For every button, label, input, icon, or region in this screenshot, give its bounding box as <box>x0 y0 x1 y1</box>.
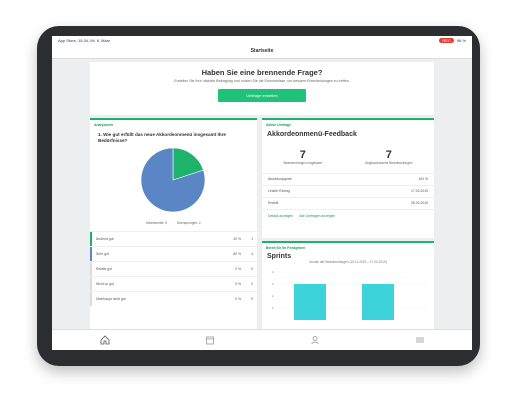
answer-count: 0 <box>251 282 253 286</box>
answer-count: 1 <box>251 237 253 241</box>
all-surveys-link[interactable]: Alle Umfragen anzeigen <box>299 214 335 218</box>
answer-label: Sehr gut <box>96 252 109 256</box>
legend-skipped: Übersprungen: 2 <box>176 221 201 225</box>
survey-links: Details anzeigen Alle Umfragen anzeigen <box>262 210 434 222</box>
stat-total-caption: Beantwortungen insgesamt <box>283 161 323 165</box>
answer-count: 0 <box>251 267 253 271</box>
status-bar: App Store, 15:34, Mi. 6. März REC 96 % <box>52 36 472 45</box>
pie-legend: Beantwortet: 5 Übersprungen: 2 <box>90 221 257 225</box>
stat-completed: 7 Abgeschlossene Beantwortungen <box>365 149 413 165</box>
y-tick-label: 2 <box>272 294 274 298</box>
sprints-label: Bereit für Ihr Feedgeben <box>266 246 306 250</box>
menu-icon[interactable] <box>415 335 425 345</box>
answer-table: Äußerst gut 20 % 1 Sehr gut 80 % 4 Relativ gut… <box>90 231 257 306</box>
tab-bar <box>52 329 472 350</box>
y-tick-label: 1 <box>272 306 274 310</box>
answer-label: Nicht so gut <box>96 282 114 286</box>
answer-row: Sehr gut 80 % 4 <box>90 246 257 261</box>
hero-subtitle: Erstellen Sie Ihre nächste Befragung und… <box>174 79 350 83</box>
stat-completed-caption: Abgeschlossene Beantwortungen <box>365 161 413 165</box>
status-left: App Store, 15:34, Mi. 6. März <box>58 38 111 43</box>
answer-percent: 80 % <box>233 252 241 256</box>
answer-row: Äußerst gut 20 % 1 <box>90 231 257 246</box>
answer-label: Relativ gut <box>96 267 113 271</box>
answer-percent: 0 % <box>235 282 241 286</box>
answer-row: Relativ gut 0 % 0 <box>90 261 257 276</box>
answer-row: Überhaupt nicht gut 0 % 0 <box>90 291 257 306</box>
question-text: 1. Wie gut erfüllt das neue Akkordeonmen… <box>98 132 226 143</box>
analytics-card: Analysieren 1. Wie gut erfüllt das neue … <box>90 118 257 332</box>
answer-label: Äußerst gut <box>96 237 114 241</box>
sprint-bar <box>294 284 326 320</box>
active-survey-card: Aktive Umfrage Akkordeonmenü-Feedback 7 … <box>262 118 434 238</box>
info-row: Letzter Eintrag 17.03.2019 <box>262 186 434 198</box>
answer-count: 0 <box>251 297 253 301</box>
hero-card: Haben Sie eine brennende Frage? Erstelle… <box>90 62 434 115</box>
sprints-bar-chart: 4 3 2 1 <box>272 270 427 320</box>
answer-percent: 0 % <box>235 297 241 301</box>
survey-title: Akkordeonmenü-Feedback <box>267 131 357 138</box>
stat-total-number: 7 <box>299 149 306 161</box>
page-title: Startseite <box>250 48 274 54</box>
info-row: Erstellt 28.03.2019 <box>262 198 434 210</box>
home-icon[interactable] <box>100 335 110 345</box>
app-screen: App Store, 15:34, Mi. 6. März REC 96 % S… <box>52 36 472 350</box>
hero-title: Haben Sie eine brennende Frage? <box>201 68 323 77</box>
rec-badge: REC <box>439 38 454 43</box>
answer-row: Nicht so gut 0 % 0 <box>90 276 257 291</box>
y-tick-label: 4 <box>272 270 274 274</box>
battery-text: 96 % <box>456 38 466 43</box>
sprint-bar <box>362 284 394 320</box>
calendar-icon[interactable] <box>205 335 215 345</box>
user-icon[interactable] <box>310 335 320 345</box>
pie-chart <box>140 147 206 213</box>
answer-label: Überhaupt nicht gut <box>96 297 126 301</box>
main-content: Haben Sie eine brennende Frage? Erstelle… <box>90 62 434 333</box>
analytics-label: Analysieren <box>94 123 114 127</box>
nav-bar: Startseite <box>52 45 472 59</box>
details-link[interactable]: Details anzeigen <box>268 214 293 218</box>
create-survey-button[interactable]: Umfrage erstellen <box>218 89 306 102</box>
legend-answered: Beantwortet: 5 <box>146 221 167 225</box>
sprints-title: Sprints <box>267 253 292 260</box>
stat-total: 7 Beantwortungen insgesamt <box>283 149 322 165</box>
answer-percent: 20 % <box>233 237 241 241</box>
active-label: Aktive Umfrage <box>266 123 291 127</box>
answer-count: 4 <box>251 252 253 256</box>
answer-percent: 0 % <box>235 267 241 271</box>
stat-completed-number: 7 <box>385 149 392 161</box>
info-row: Abschlussquote 100 % <box>262 174 434 186</box>
y-tick-label: 3 <box>272 282 274 286</box>
sprints-card: Bereit für Ihr Feedgeben Sprints Anzahl … <box>262 241 434 333</box>
survey-stats: 7 Beantwortungen insgesamt 7 Abgeschloss… <box>262 149 434 165</box>
